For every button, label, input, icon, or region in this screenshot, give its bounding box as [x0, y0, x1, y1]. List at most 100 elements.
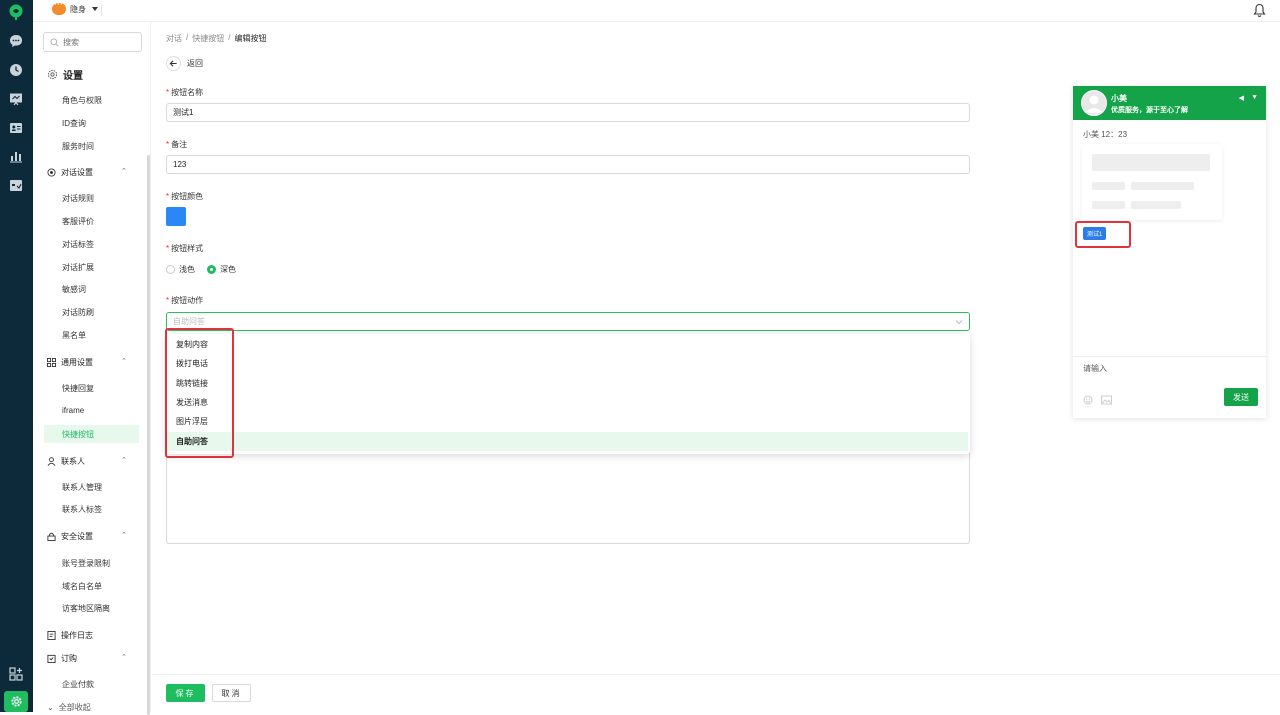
settings-rail-button[interactable]	[4, 691, 28, 712]
option-self-service-qa[interactable]: 自助问答	[166, 432, 968, 451]
option-call-phone[interactable]: 拨打电话	[166, 354, 968, 373]
chevron-up-icon[interactable]: ⌃	[121, 456, 127, 464]
option-image-overlay[interactable]: 图片浮层	[166, 412, 968, 431]
divider	[101, 5, 102, 16]
color-picker[interactable]	[166, 207, 186, 226]
chevron-down-icon	[955, 320, 963, 325]
bell-icon[interactable]	[1253, 3, 1266, 20]
sidebar-scrollbar[interactable]	[147, 155, 150, 715]
sidebar-item-blacklist[interactable]: 黑名单	[62, 330, 86, 341]
chevron-down-icon	[92, 7, 98, 11]
sidebar-item-service-hours[interactable]: 服务时间	[62, 141, 94, 152]
sidebar-item-contact-tags[interactable]: 联系人标签	[62, 504, 102, 515]
name-label: * 按钮名称	[166, 88, 204, 97]
top-bar: 隐身	[33, 0, 1280, 22]
sidebar-item-login-limit[interactable]: 账号登录限制	[62, 558, 110, 569]
breadcrumb-separator: /	[186, 33, 189, 42]
agent-name: 小美	[1111, 94, 1127, 103]
chat-icon[interactable]	[8, 33, 24, 49]
sidebar-group-dialog[interactable]: 对话设置	[47, 167, 93, 178]
collapse-all-label: 全部收起	[58, 703, 91, 712]
sidebar-item-region-isolation[interactable]: 访客地区隔离	[62, 603, 110, 614]
message-card	[1082, 144, 1222, 220]
chevron-up-icon[interactable]: ⌃	[121, 167, 127, 175]
preview-header: 小美 优质服务，源于至心了解 ◀ ▼	[1073, 86, 1266, 120]
radio-light[interactable]	[166, 265, 175, 274]
note-input[interactable]: 123	[166, 155, 970, 174]
breadcrumb-item[interactable]: 对话	[166, 33, 182, 44]
sidebar-item-rating[interactable]: 客服评价	[62, 216, 94, 227]
status-icon	[52, 0, 66, 15]
lock-icon	[47, 532, 56, 541]
chevron-up-icon[interactable]: ⌃	[121, 531, 127, 539]
sidebar-group-order[interactable]: 订购	[47, 653, 77, 664]
breadcrumb-item[interactable]: 快捷按钮	[192, 33, 224, 44]
back-button[interactable]: 返回	[166, 56, 203, 71]
chevron-down-icon[interactable]: ▼	[1251, 94, 1258, 102]
history-icon[interactable]	[8, 62, 24, 78]
sidebar-item-quick-buttons[interactable]: 快捷按钮	[62, 429, 94, 440]
chevron-up-icon[interactable]: ⌃	[121, 357, 127, 365]
sidebar-group-general[interactable]: 通用设置	[47, 357, 93, 368]
sidebar-item-dialog-rules[interactable]: 对话规则	[62, 193, 94, 204]
composer-tools	[1083, 395, 1112, 405]
sidebar-item-dialog-tags[interactable]: 对话标签	[62, 239, 94, 250]
settings-title-label: 设置	[63, 71, 83, 82]
action-dropdown: 复制内容 拨打电话 跳转链接 发送消息 图片浮层 自助问答	[166, 334, 970, 454]
sidebar-group-contacts[interactable]: 联系人	[47, 456, 85, 467]
radio-dark-label[interactable]: 深色	[220, 264, 236, 275]
option-send-message[interactable]: 发送消息	[166, 393, 968, 412]
contact-card-icon[interactable]	[8, 120, 24, 136]
option-copy-content[interactable]: 复制内容	[166, 335, 968, 354]
app-rail	[0, 0, 33, 712]
sidebar-group-label: 操作日志	[61, 631, 93, 640]
sidebar-item-domain-whitelist[interactable]: 域名白名单	[62, 581, 102, 592]
sidebar-item-enterprise-payment[interactable]: 企业付款	[62, 679, 94, 690]
emoji-icon[interactable]	[1083, 395, 1093, 405]
search-icon	[50, 37, 59, 46]
sidebar-item-iframe[interactable]: iframe	[62, 406, 84, 415]
speaker-icon[interactable]: ◀	[1239, 94, 1244, 102]
sidebar-item-anti-spam[interactable]: 对话防刷	[62, 307, 94, 318]
apps-icon[interactable]	[8, 666, 24, 682]
skeleton-line	[1131, 182, 1194, 190]
stats-icon[interactable]	[8, 148, 24, 164]
sidebar-item-dialog-extension[interactable]: 对话扩展	[62, 262, 94, 273]
sidebar-item-sensitive-words[interactable]: 敏感词	[62, 284, 86, 295]
message-input[interactable]: 请输入	[1083, 363, 1107, 374]
image-icon[interactable]	[1101, 395, 1112, 405]
board-icon[interactable]	[8, 91, 24, 107]
button-name-input[interactable]: 测试1	[166, 103, 970, 122]
action-select[interactable]: 自助问答	[166, 312, 970, 331]
search-box[interactable]	[43, 32, 142, 52]
annotation-highlight	[165, 328, 234, 458]
skeleton-line	[1131, 201, 1181, 209]
sidebar-item-quick-reply[interactable]: 快捷回复	[62, 383, 94, 394]
sidebar-item-contact-management[interactable]: 联系人管理	[62, 482, 102, 493]
radio-light-label[interactable]: 浅色	[179, 264, 195, 275]
action-content-textarea[interactable]	[166, 446, 970, 544]
radio-dark[interactable]	[207, 265, 216, 274]
collapse-all-button[interactable]: ⌄ 全部收起	[47, 702, 91, 713]
sidebar-item-roles[interactable]: 角色与权限	[62, 95, 102, 106]
settings-title: 设置	[47, 67, 83, 82]
sidebar-group-log[interactable]: 操作日志	[47, 630, 93, 641]
option-open-link[interactable]: 跳转链接	[166, 374, 968, 393]
skeleton-line	[1092, 182, 1125, 190]
calendar-icon[interactable]	[8, 177, 24, 193]
status-selector[interactable]: 隐身	[52, 0, 98, 15]
skeleton-line	[1092, 201, 1125, 209]
log-icon	[47, 631, 56, 640]
search-input[interactable]	[63, 37, 133, 47]
cancel-button[interactable]: 取消	[212, 684, 251, 702]
save-button[interactable]: 保存	[166, 684, 205, 702]
grid-icon	[47, 358, 56, 367]
sidebar-group-label: 订购	[61, 654, 77, 663]
chevron-up-icon[interactable]: ⌃	[121, 653, 127, 661]
sidebar-group-label: 联系人	[61, 457, 85, 466]
action-label: * 按钮动作	[166, 296, 204, 305]
sidebar-group-security[interactable]: 安全设置	[47, 531, 93, 542]
send-button[interactable]: 发送	[1224, 388, 1258, 406]
action-select-placeholder: 自助问答	[173, 317, 205, 326]
sidebar-item-id-lookup[interactable]: ID查询	[62, 118, 86, 129]
